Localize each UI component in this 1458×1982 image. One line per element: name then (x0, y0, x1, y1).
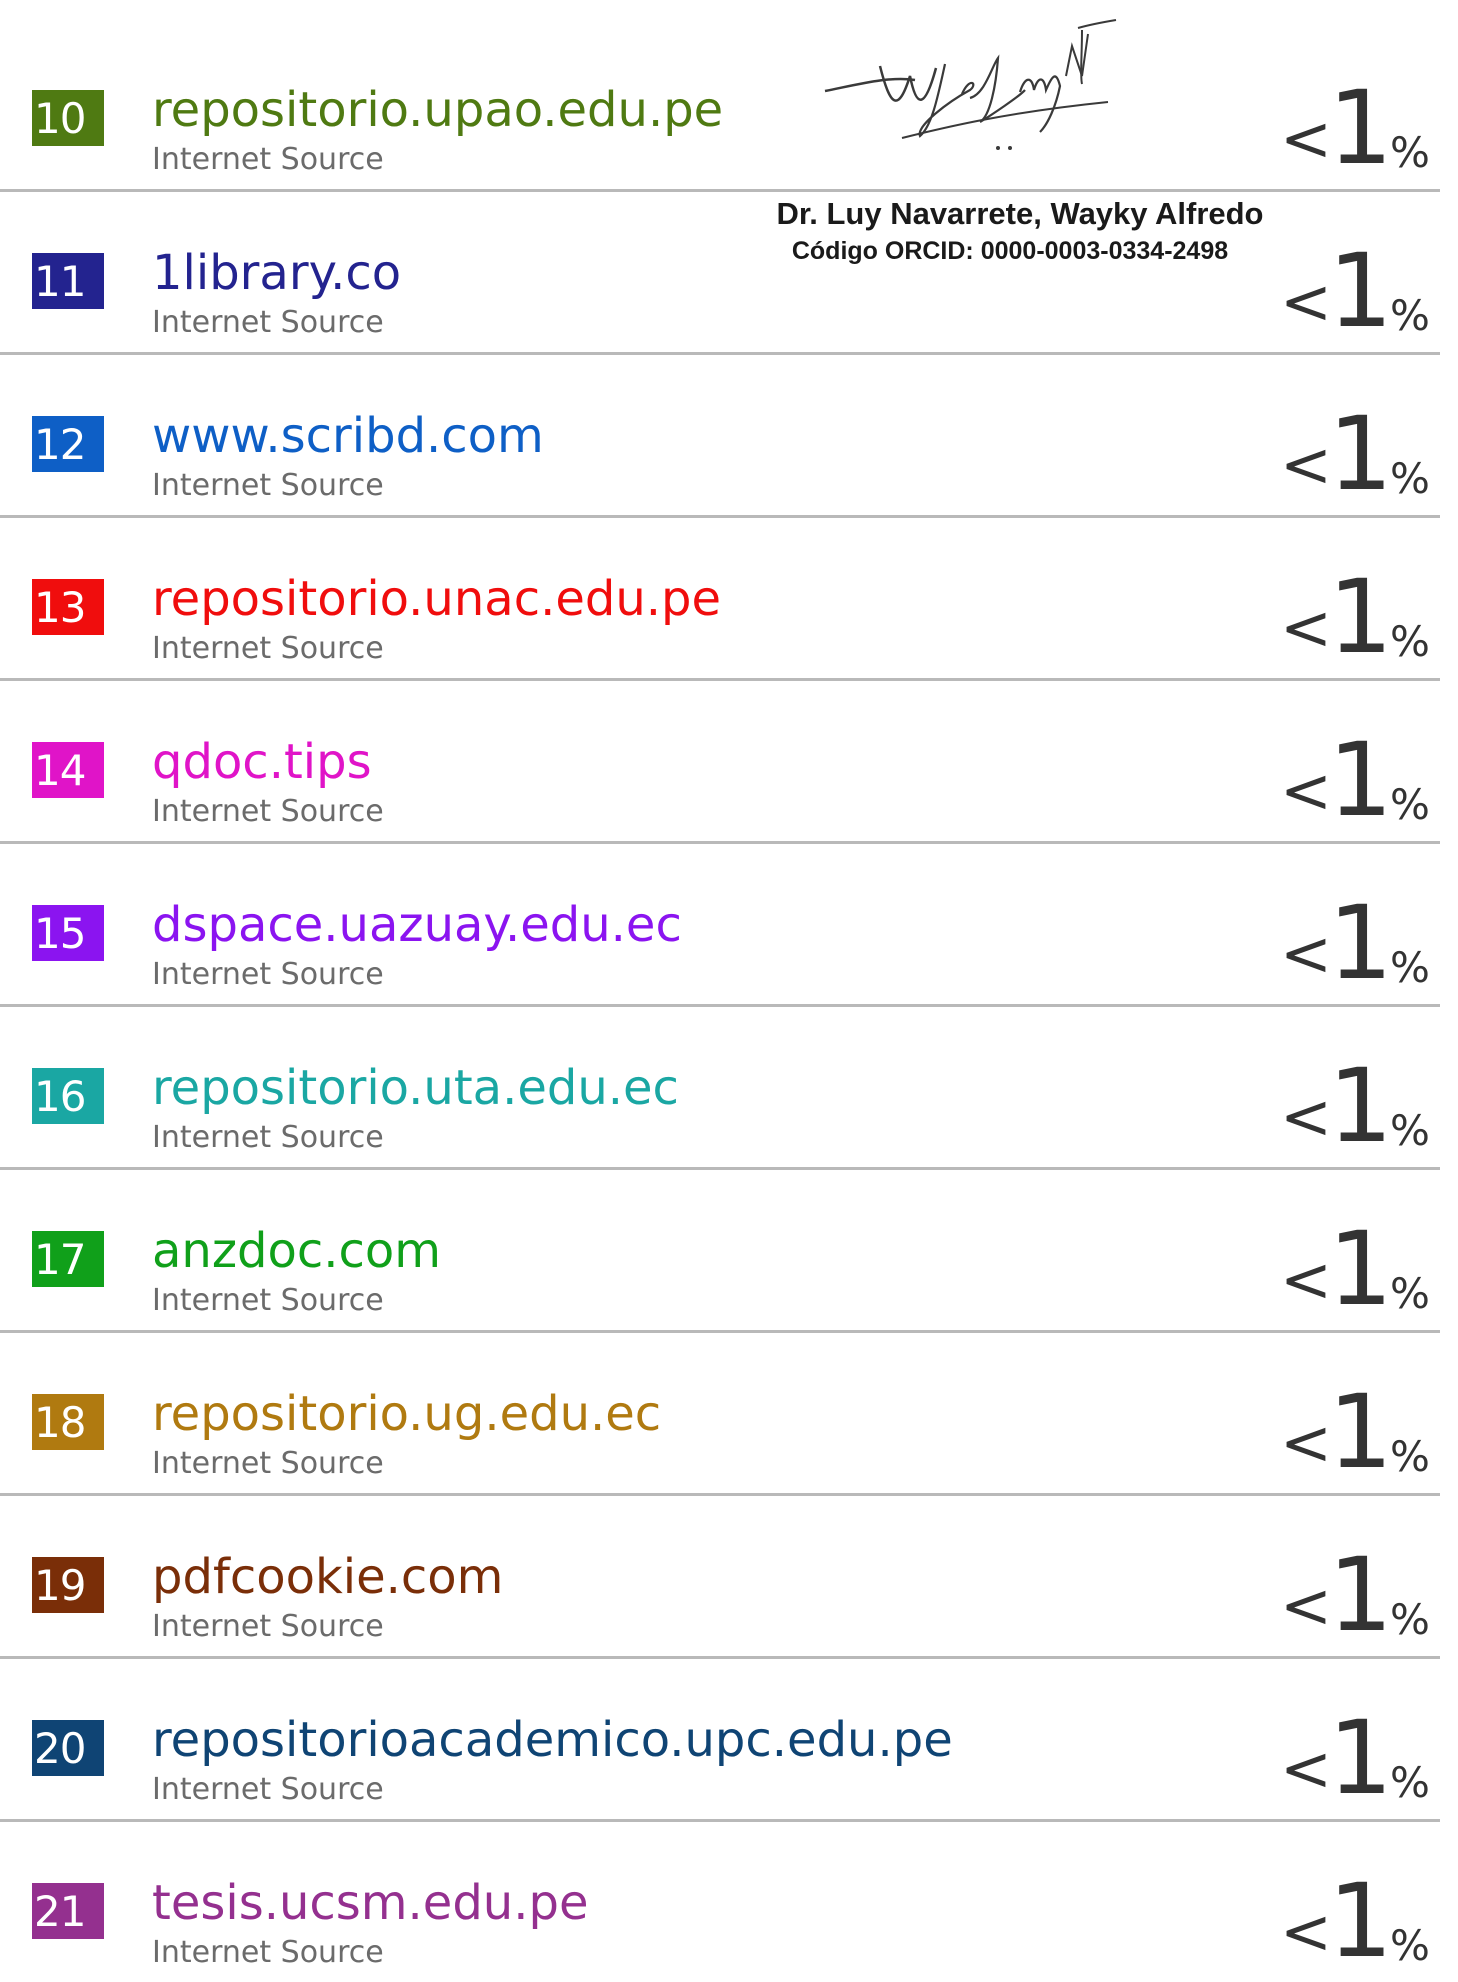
source-type: Internet Source (152, 1772, 384, 1807)
source-row: 20 repositorioacademico.upc.edu.pe Interne… (0, 1656, 1440, 1822)
source-row: 15 dspace.uazuay.edu.ec Internet Source <1% (0, 841, 1440, 1007)
percentage-value: 1 (1328, 721, 1393, 840)
source-name: repositorio.upao.edu.pe (152, 82, 724, 138)
source-percentage: <1% (1280, 553, 1440, 669)
percentage-value: 1 (1328, 558, 1393, 677)
source-row: 18 repositorio.ug.edu.ec Internet Source <1… (0, 1330, 1440, 1496)
source-rank-badge: 11 (32, 253, 104, 309)
percentage-value: 1 (1328, 1047, 1393, 1166)
source-type: Internet Source (152, 1935, 384, 1970)
source-percentage: <1% (1280, 1042, 1440, 1158)
percentage-sign: % (1390, 1758, 1430, 1807)
source-rank-badge: 10 (32, 90, 104, 146)
percentage-prefix: < (1280, 265, 1332, 338)
source-rank-badge: 15 (32, 905, 104, 961)
percentage-prefix: < (1280, 917, 1332, 990)
source-type: Internet Source (152, 794, 384, 829)
source-rank-badge: 14 (32, 742, 104, 798)
percentage-sign: % (1390, 617, 1430, 666)
percentage-sign: % (1390, 454, 1430, 503)
source-percentage: <1% (1280, 64, 1440, 180)
source-row: 16 repositorio.uta.edu.ec Internet Source <… (0, 1004, 1440, 1170)
source-type: Internet Source (152, 1283, 384, 1318)
source-name: repositorio.uta.edu.ec (152, 1060, 679, 1116)
source-row: 19 pdfcookie.com Internet Source <1% (0, 1493, 1440, 1659)
source-percentage: <1% (1280, 390, 1440, 506)
handwritten-signature (824, 19, 1117, 150)
source-type: Internet Source (152, 1120, 384, 1155)
source-row: 14 qdoc.tips Internet Source <1% (0, 678, 1440, 844)
percentage-value: 1 (1328, 1536, 1393, 1655)
source-percentage: <1% (1280, 716, 1440, 832)
percentage-prefix: < (1280, 754, 1332, 827)
source-row: 21 tesis.ucsm.edu.pe Internet Source <1% (0, 1819, 1440, 1982)
source-rank-badge: 21 (32, 1883, 104, 1939)
source-type: Internet Source (152, 631, 384, 666)
source-percentage: <1% (1280, 1531, 1440, 1647)
source-name: dspace.uazuay.edu.ec (152, 897, 682, 953)
signature-stamp: Dr. Luy Navarrete, Wayky Alfredo Código … (740, 0, 1300, 270)
percentage-sign: % (1390, 128, 1430, 177)
source-type: Internet Source (152, 957, 384, 992)
percentage-sign: % (1390, 780, 1430, 829)
percentage-value: 1 (1328, 1210, 1393, 1329)
source-name: pdfcookie.com (152, 1549, 504, 1605)
source-name: anzdoc.com (152, 1223, 442, 1279)
percentage-sign: % (1390, 1106, 1430, 1155)
percentage-sign: % (1390, 291, 1430, 340)
percentage-value: 1 (1328, 1699, 1393, 1818)
source-row: 12 www.scribd.com Internet Source <1% (0, 352, 1440, 518)
source-percentage: <1% (1280, 1694, 1440, 1810)
source-rank-badge: 20 (32, 1720, 104, 1776)
source-name: www.scribd.com (152, 408, 544, 464)
source-percentage: <1% (1280, 879, 1440, 995)
percentage-prefix: < (1280, 1895, 1332, 1968)
source-name: repositorio.unac.edu.pe (152, 571, 722, 627)
percentage-sign: % (1390, 943, 1430, 992)
source-percentage: <1% (1280, 1205, 1440, 1321)
percentage-value: 1 (1328, 232, 1393, 351)
source-name: tesis.ucsm.edu.pe (152, 1875, 589, 1931)
percentage-sign: % (1390, 1921, 1430, 1970)
percentage-value: 1 (1328, 884, 1393, 1003)
source-rank-badge: 18 (32, 1394, 104, 1450)
percentage-sign: % (1390, 1432, 1430, 1481)
stamp-orcid: Código ORCID: 0000-0003-0334-2498 (791, 237, 1229, 265)
percentage-prefix: < (1280, 1243, 1332, 1316)
source-type: Internet Source (152, 1446, 384, 1481)
source-type: Internet Source (152, 1609, 384, 1644)
source-row: 17 anzdoc.com Internet Source <1% (0, 1167, 1440, 1333)
source-rank-badge: 16 (32, 1068, 104, 1124)
source-percentage: <1% (1280, 227, 1440, 343)
source-rank-badge: 12 (32, 416, 104, 472)
source-name: repositorio.ug.edu.ec (152, 1386, 662, 1442)
source-type: Internet Source (152, 305, 384, 340)
percentage-prefix: < (1280, 1080, 1332, 1153)
percentage-prefix: < (1280, 1569, 1332, 1642)
percentage-prefix: < (1280, 1406, 1332, 1479)
source-percentage: <1% (1280, 1368, 1440, 1484)
percentage-value: 1 (1328, 1373, 1393, 1492)
percentage-value: 1 (1328, 395, 1393, 514)
percentage-prefix: < (1280, 1732, 1332, 1805)
source-rank-badge: 19 (32, 1557, 104, 1613)
percentage-sign: % (1390, 1595, 1430, 1644)
source-name: repositorioacademico.upc.edu.pe (152, 1712, 953, 1768)
source-rank-badge: 17 (32, 1231, 104, 1287)
source-name: 1library.co (152, 245, 402, 301)
source-type: Internet Source (152, 468, 384, 503)
stamp-signer-name: Dr. Luy Navarrete, Wayky Alfredo (776, 196, 1264, 231)
source-row: 13 repositorio.unac.edu.pe Internet Source… (0, 515, 1440, 681)
percentage-value: 1 (1328, 69, 1393, 188)
percentage-prefix: < (1280, 591, 1332, 664)
percentage-sign: % (1390, 1269, 1430, 1318)
source-type: Internet Source (152, 142, 384, 177)
percentage-value: 1 (1328, 1862, 1393, 1981)
percentage-prefix: < (1280, 428, 1332, 501)
source-percentage: <1% (1280, 1857, 1440, 1973)
source-name: qdoc.tips (152, 734, 372, 790)
source-rank-badge: 13 (32, 579, 104, 635)
